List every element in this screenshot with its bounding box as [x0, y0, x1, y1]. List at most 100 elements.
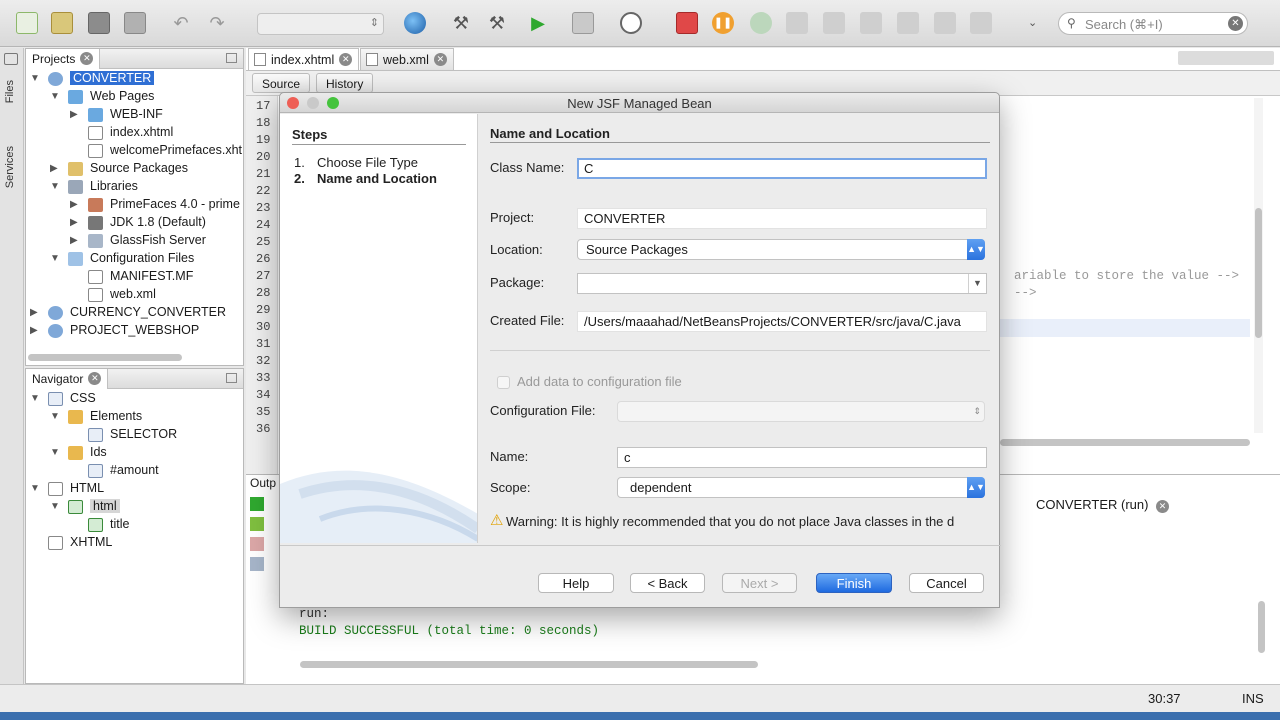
project-icon: [48, 306, 63, 320]
updown-arrows-icon: ▲▼: [967, 239, 985, 260]
run-tab[interactable]: CONVERTER (run) ✕: [1036, 497, 1170, 513]
clean-build-icon[interactable]: ⚒: [486, 12, 508, 34]
take-snapshot-icon[interactable]: [970, 12, 992, 34]
close-icon[interactable]: ✕: [433, 53, 447, 66]
step-name-and-location: Name and Location: [317, 171, 437, 186]
elements-icon: [68, 410, 83, 424]
scope-select[interactable]: dependent ▲▼: [617, 477, 985, 498]
created-file-label: Created File:: [490, 313, 565, 328]
scope-label: Scope:: [490, 480, 531, 495]
projects-tab[interactable]: Projects ✕: [26, 49, 101, 69]
project-field: CONVERTER: [577, 208, 987, 229]
clear-search-icon[interactable]: ✕: [1228, 16, 1243, 31]
xml-file-icon: [366, 53, 378, 66]
continue-icon[interactable]: [750, 12, 772, 34]
run-to-cursor-icon[interactable]: [897, 12, 919, 34]
files-tab[interactable]: Files: [4, 80, 16, 103]
undo-icon[interactable]: ↶: [170, 12, 192, 34]
tab-label: index.xhtml: [271, 53, 335, 67]
finish-button[interactable]: Finish: [816, 573, 892, 593]
horizontal-scrollbar[interactable]: [1000, 439, 1250, 446]
back-button[interactable]: < Back: [630, 573, 705, 593]
insert-mode: INS: [1242, 691, 1264, 706]
open-project-icon[interactable]: [88, 12, 110, 34]
apply-changes-icon[interactable]: [934, 12, 956, 34]
search-box[interactable]: ⚲ Search (⌘+I) ✕: [1058, 12, 1248, 35]
help-button[interactable]: Help: [538, 573, 614, 593]
search-icon: ⚲: [1067, 16, 1076, 30]
new-file-icon[interactable]: [16, 12, 38, 34]
file-icon: [88, 126, 103, 140]
step-number: 1.: [294, 155, 305, 170]
redo-icon[interactable]: ↷: [206, 12, 228, 34]
stop-output-icon[interactable]: [250, 537, 264, 551]
profile-icon[interactable]: [620, 12, 642, 34]
navigator-tab[interactable]: Navigator ✕: [26, 369, 109, 389]
file-icon: [88, 270, 103, 284]
add-config-checkbox[interactable]: [497, 376, 510, 389]
globe-icon[interactable]: [404, 12, 426, 34]
wizard-watermark-image: [280, 470, 477, 543]
projects-tab-label: Projects: [32, 52, 76, 66]
dialog-titlebar: New JSF Managed Bean: [280, 93, 999, 113]
caret-position: 30:37: [1148, 691, 1181, 706]
tab-index-xhtml[interactable]: index.xhtml ✕: [248, 48, 360, 70]
rerun-with-params-icon[interactable]: [250, 517, 264, 531]
close-window-button[interactable]: [287, 97, 299, 109]
close-icon[interactable]: ✕: [339, 53, 353, 66]
step-into-icon[interactable]: [823, 12, 845, 34]
status-bar: 30:37 INS: [0, 684, 1280, 712]
vertical-scrollbar[interactable]: [1258, 601, 1265, 653]
close-icon[interactable]: ✕: [1156, 500, 1170, 513]
debug-icon[interactable]: [572, 12, 594, 34]
output-tab[interactable]: Outp: [250, 476, 276, 490]
minimize-window-button[interactable]: [307, 97, 319, 109]
config-file-select[interactable]: ⇕: [617, 401, 985, 422]
step-over-icon[interactable]: [786, 12, 808, 34]
updown-arrows-icon: ▲▼: [967, 477, 985, 498]
pause-icon[interactable]: ❚❚: [712, 12, 734, 34]
stop-icon[interactable]: [676, 12, 698, 34]
search-input[interactable]: Search (⌘+I): [1085, 17, 1163, 33]
horizontal-scrollbar[interactable]: [300, 661, 758, 668]
warning-icon: ⚠: [490, 512, 504, 529]
history-button[interactable]: History: [316, 73, 374, 93]
class-name-input[interactable]: C: [577, 158, 987, 179]
window-icon[interactable]: [4, 53, 18, 65]
steps-title: Steps: [292, 127, 328, 142]
horizontal-scrollbar[interactable]: [28, 354, 182, 361]
server-icon: [88, 234, 103, 248]
rule-icon: [88, 428, 103, 442]
current-line-highlight: [1000, 319, 1250, 337]
cancel-button[interactable]: Cancel: [909, 573, 984, 593]
close-project-icon[interactable]: [124, 12, 146, 34]
zoom-window-button[interactable]: [327, 97, 339, 109]
tag-icon: [88, 518, 103, 532]
footer-divider: [280, 545, 1001, 546]
minimize-icon[interactable]: [226, 373, 237, 383]
close-icon[interactable]: ✕: [80, 52, 94, 65]
config-folder-icon: [68, 252, 83, 266]
services-tab[interactable]: Services: [4, 146, 16, 188]
settings-icon[interactable]: [250, 557, 264, 571]
more-icon[interactable]: ⌄: [1028, 12, 1050, 34]
close-icon[interactable]: ✕: [88, 372, 102, 385]
rerun-icon[interactable]: [250, 497, 264, 511]
tab-navigation-buttons[interactable]: [1178, 51, 1274, 65]
step-out-icon[interactable]: [860, 12, 882, 34]
location-select[interactable]: Source Packages ▲▼: [577, 239, 985, 260]
tab-web-xml[interactable]: web.xml ✕: [360, 48, 454, 70]
run-icon[interactable]: ▶: [527, 12, 549, 34]
source-button[interactable]: Source: [252, 73, 311, 93]
minimize-icon[interactable]: [226, 53, 237, 63]
package-combo[interactable]: ▼: [577, 273, 987, 294]
output-line-run: run:: [299, 607, 330, 621]
build-icon[interactable]: ⚒: [450, 12, 472, 34]
navigator-panel: Navigator ✕ ▼ CSS ▼ Elements SELECTOR ▼ Ids…: [25, 368, 244, 684]
vertical-scrollbar[interactable]: [1254, 98, 1263, 433]
configuration-combo[interactable]: [257, 13, 384, 35]
name-input[interactable]: c: [617, 447, 987, 468]
new-project-icon[interactable]: [51, 12, 73, 34]
chevron-down-icon[interactable]: ▼: [968, 274, 986, 293]
next-button[interactable]: Next >: [722, 573, 797, 593]
